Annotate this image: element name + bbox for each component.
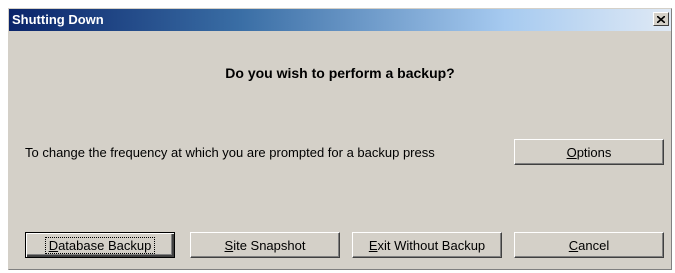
window-title: Shutting Down — [12, 12, 104, 27]
site-snapshot-label: Site Snapshot — [224, 237, 306, 253]
cancel-label: Cancel — [568, 237, 610, 253]
database-backup-label: Database Backup — [44, 236, 156, 254]
exit-without-backup-label: Exit Without Backup — [368, 237, 486, 253]
close-button[interactable] — [653, 12, 669, 26]
site-snapshot-button[interactable]: Site Snapshot — [190, 232, 340, 258]
title-bar[interactable]: Shutting Down — [9, 9, 671, 31]
database-backup-button[interactable]: Database Backup — [25, 232, 175, 258]
options-button[interactable]: Options — [514, 139, 664, 165]
shutting-down-dialog: Shutting Down Do you wish to perform a b… — [8, 8, 672, 270]
exit-without-backup-button[interactable]: Exit Without Backup — [352, 232, 502, 258]
cancel-button[interactable]: Cancel — [514, 232, 664, 258]
backup-question: Do you wish to perform a backup? — [225, 65, 455, 81]
frequency-instruction: To change the frequency at which you are… — [25, 145, 435, 160]
options-label: Options — [566, 144, 612, 160]
close-icon — [657, 15, 665, 23]
